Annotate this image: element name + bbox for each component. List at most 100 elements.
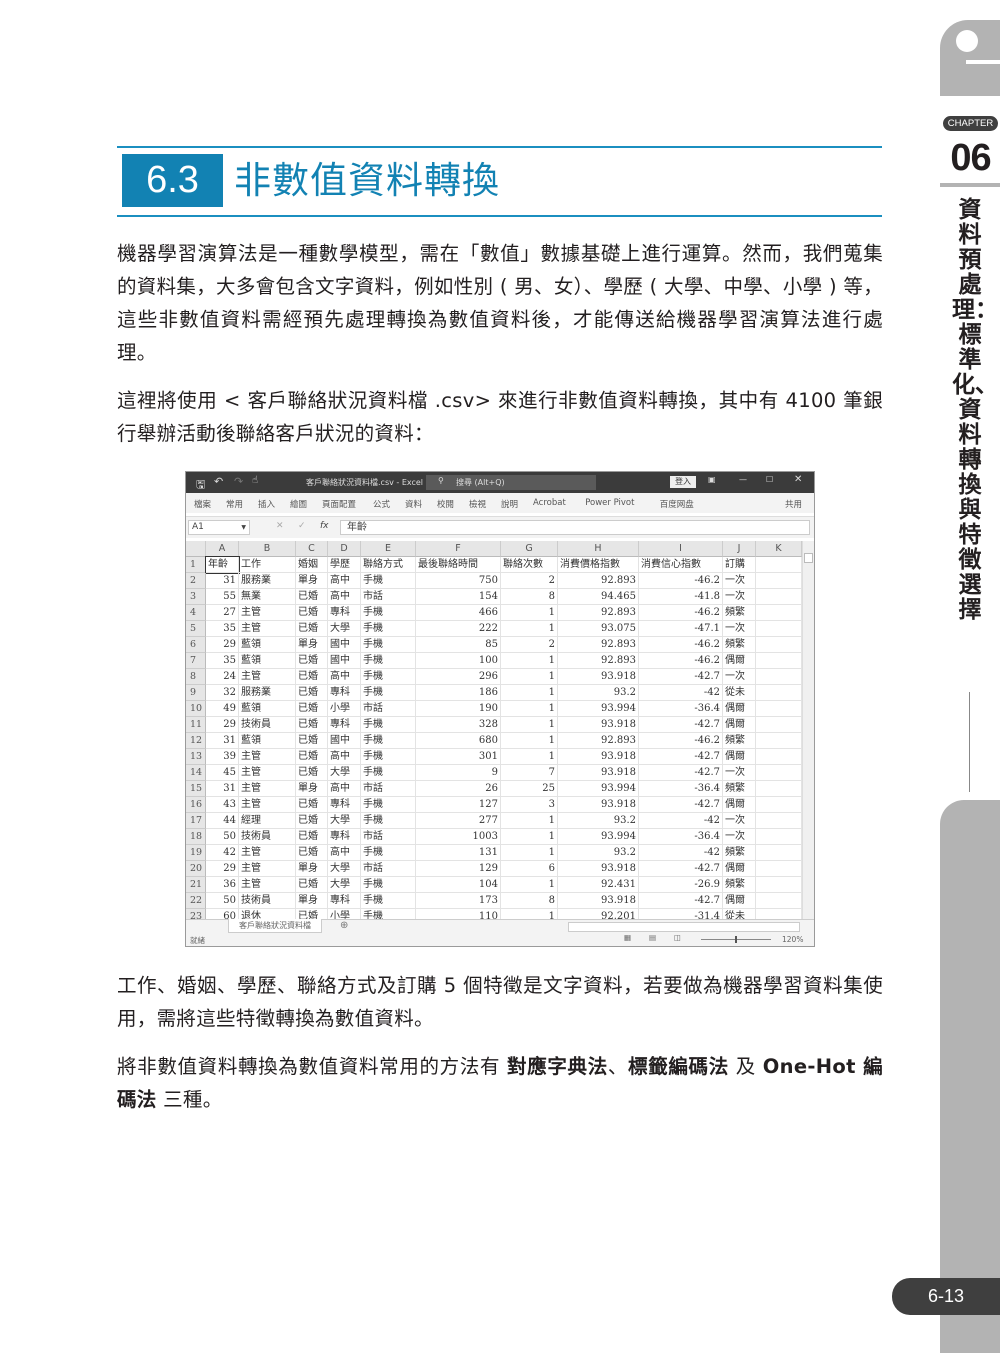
cancel-icon[interactable]: ✕ (276, 521, 284, 531)
table-cell[interactable]: 466 (416, 605, 501, 621)
table-cell[interactable] (756, 605, 802, 621)
table-cell[interactable]: 服務業 (239, 685, 296, 701)
table-cell[interactable]: 1 (501, 813, 558, 829)
table-cell[interactable]: 大學 (328, 813, 361, 829)
table-cell[interactable] (756, 861, 802, 877)
row-header[interactable]: 10 (186, 701, 206, 717)
row-header[interactable]: 18 (186, 829, 206, 845)
row-header[interactable]: 7 (186, 653, 206, 669)
table-cell[interactable]: 已婚 (296, 909, 328, 919)
table-cell[interactable]: 手機 (361, 909, 416, 919)
table-cell[interactable]: 專科 (328, 685, 361, 701)
table-cell[interactable]: 已婚 (296, 717, 328, 733)
table-cell[interactable]: -41.8 (639, 589, 723, 605)
page-layout-icon[interactable]: ▤ (649, 933, 656, 942)
table-cell[interactable]: 35 (206, 621, 239, 637)
table-cell[interactable] (756, 621, 802, 637)
table-cell[interactable]: 偶爾 (723, 717, 756, 733)
table-cell[interactable]: 1 (501, 605, 558, 621)
table-cell[interactable]: 已婚 (296, 589, 328, 605)
table-cell[interactable]: 已婚 (296, 605, 328, 621)
table-cell[interactable]: 一次 (723, 669, 756, 685)
table-cell[interactable]: 1 (501, 829, 558, 845)
table-cell[interactable]: 39 (206, 749, 239, 765)
table-cell[interactable]: 高中 (328, 749, 361, 765)
table-cell[interactable]: 296 (416, 669, 501, 685)
table-cell[interactable]: 93.994 (558, 701, 639, 717)
header-cell[interactable]: 學歷 (328, 557, 361, 573)
table-cell[interactable] (756, 669, 802, 685)
table-cell[interactable] (756, 749, 802, 765)
table-cell[interactable]: 1 (501, 749, 558, 765)
table-cell[interactable]: 42 (206, 845, 239, 861)
table-cell[interactable]: 市話 (361, 861, 416, 877)
table-cell[interactable]: 93.075 (558, 621, 639, 637)
table-cell[interactable]: 一次 (723, 589, 756, 605)
table-cell[interactable]: -42.7 (639, 749, 723, 765)
ribbon-tab[interactable]: 常用 (226, 498, 243, 510)
table-cell[interactable]: 173 (416, 893, 501, 909)
row-header[interactable]: 21 (186, 877, 206, 893)
table-cell[interactable]: 手機 (361, 653, 416, 669)
column-header[interactable]: K (756, 541, 802, 557)
table-cell[interactable]: 43 (206, 797, 239, 813)
table-cell[interactable]: 29 (206, 717, 239, 733)
table-cell[interactable] (756, 893, 802, 909)
table-cell[interactable]: 頻繁 (723, 845, 756, 861)
column-header[interactable]: I (639, 541, 723, 557)
table-cell[interactable]: 大學 (328, 765, 361, 781)
table-cell[interactable]: 專科 (328, 717, 361, 733)
maximize-icon[interactable]: ☐ (766, 475, 773, 484)
table-cell[interactable] (756, 877, 802, 893)
row-header[interactable]: 6 (186, 637, 206, 653)
row-header[interactable]: 15 (186, 781, 206, 797)
row-header[interactable]: 20 (186, 861, 206, 877)
table-cell[interactable]: 專科 (328, 605, 361, 621)
table-cell[interactable]: 偶爾 (723, 701, 756, 717)
table-cell[interactable]: 偶爾 (723, 893, 756, 909)
table-cell[interactable]: 已婚 (296, 733, 328, 749)
table-cell[interactable]: -36.4 (639, 701, 723, 717)
table-cell[interactable]: 頻繁 (723, 605, 756, 621)
table-cell[interactable]: 131 (416, 845, 501, 861)
horizontal-scrollbar[interactable] (568, 922, 800, 932)
table-cell[interactable]: 35 (206, 653, 239, 669)
enter-icon[interactable]: ✓ (298, 521, 306, 531)
table-cell[interactable]: 1 (501, 685, 558, 701)
table-cell[interactable]: -36.4 (639, 781, 723, 797)
table-cell[interactable]: 主管 (239, 797, 296, 813)
table-cell[interactable]: -47.1 (639, 621, 723, 637)
add-sheet-icon[interactable]: ⊕ (340, 920, 348, 931)
table-cell[interactable]: 偶爾 (723, 861, 756, 877)
table-cell[interactable]: 主管 (239, 605, 296, 621)
table-cell[interactable] (756, 909, 802, 919)
table-cell[interactable]: 已婚 (296, 813, 328, 829)
table-cell[interactable]: 45 (206, 765, 239, 781)
table-cell[interactable]: 專科 (328, 893, 361, 909)
table-cell[interactable]: 技術員 (239, 829, 296, 845)
table-cell[interactable]: 92.893 (558, 653, 639, 669)
row-header[interactable]: 8 (186, 669, 206, 685)
row-header[interactable]: 3 (186, 589, 206, 605)
table-cell[interactable]: 已婚 (296, 669, 328, 685)
table-cell[interactable]: 154 (416, 589, 501, 605)
table-cell[interactable]: 94.465 (558, 589, 639, 605)
table-cell[interactable] (756, 845, 802, 861)
table-cell[interactable]: 市話 (361, 589, 416, 605)
table-cell[interactable]: 680 (416, 733, 501, 749)
table-cell[interactable]: 無業 (239, 589, 296, 605)
table-cell[interactable]: 從未 (723, 909, 756, 919)
column-header[interactable]: B (239, 541, 296, 557)
table-cell[interactable]: 單身 (296, 893, 328, 909)
row-header[interactable]: 9 (186, 685, 206, 701)
spreadsheet-grid[interactable]: A B C D E F G H I J K 1 年齡 工作 婚姻 學歷 聯絡方式 最後聯絡時間 聯絡次數 消費價格指數… (186, 541, 802, 919)
table-cell[interactable]: -46.2 (639, 637, 723, 653)
table-cell[interactable]: 頻繁 (723, 733, 756, 749)
table-cell[interactable]: 主管 (239, 861, 296, 877)
table-cell[interactable]: 頻繁 (723, 637, 756, 653)
table-cell[interactable]: 190 (416, 701, 501, 717)
row-header[interactable]: 14 (186, 765, 206, 781)
table-cell[interactable]: 專科 (328, 829, 361, 845)
table-cell[interactable]: 31 (206, 573, 239, 589)
table-cell[interactable]: 已婚 (296, 829, 328, 845)
